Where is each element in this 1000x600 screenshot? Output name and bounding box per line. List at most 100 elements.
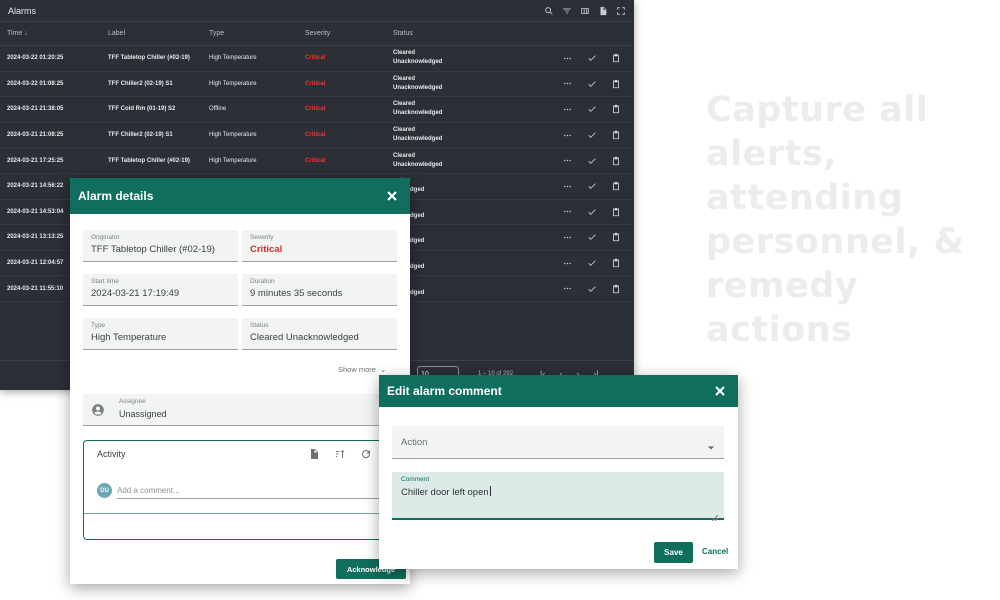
start-time-label: Start time [91,278,119,285]
alarm-label: TFF Cold Rm (01-19) S2 [108,106,176,113]
row-actions: ⋯ [562,206,621,217]
check-icon[interactable] [586,258,597,269]
activity-title: Activity [97,449,126,459]
resize-handle-icon[interactable] [711,508,719,522]
comment-textarea[interactable]: Comment Chiller door left open [392,472,724,522]
clipboard-icon[interactable] [610,78,621,89]
check-icon[interactable] [586,206,597,217]
column-time[interactable]: Time ↓ [7,30,108,37]
more-icon[interactable]: ⋯ [562,53,573,64]
alarm-status-line: Cleared [393,101,416,108]
more-icon[interactable]: ⋯ [562,78,573,89]
marketing-line: personnel, & [706,222,965,262]
row-actions: ⋯ [562,78,621,89]
more-icon[interactable]: ⋯ [562,232,573,243]
column-status[interactable]: Status [393,30,533,37]
search-icon[interactable] [544,6,554,16]
more-icon[interactable]: ⋯ [562,283,573,294]
fullscreen-icon[interactable] [616,6,626,16]
clipboard-icon[interactable] [610,283,621,294]
dialog-header: Edit alarm comment [379,375,738,407]
action-select[interactable]: Action [392,426,724,459]
edit-comment-dialog: Edit alarm comment Action Comment Chille… [379,375,738,569]
more-icon[interactable]: ⋯ [562,104,573,115]
clipboard-icon[interactable] [610,53,621,64]
alarm-time: 2024-03-21 21:38:05 [7,106,64,113]
row-actions: ⋯ [562,181,621,192]
divider [84,513,409,514]
alarm-severity: Critical [305,157,326,164]
row-actions: ⋯ [562,258,621,269]
screen: Alarms Time ↓ Label Type Severity Status… [0,0,1000,600]
add-comment-input[interactable]: Add a comment... [117,481,407,499]
start-time-value: 2024-03-21 17:19:49 [91,288,180,299]
clipboard-icon[interactable] [610,130,621,141]
alarms-title: Alarms [8,5,37,16]
refresh-icon[interactable] [360,448,372,460]
more-icon[interactable]: ⋯ [562,155,573,166]
check-icon[interactable] [586,283,597,294]
assignee-field[interactable]: Assignee Unassigned [83,394,410,426]
alarm-severity: Critical [305,132,326,139]
clipboard-icon[interactable] [610,155,621,166]
comment-label: Comment [401,476,430,483]
table-row[interactable]: 2024-03-21 21:08:25 TFF Chiller2 (02-19) … [0,123,634,149]
export-icon[interactable] [598,6,608,16]
clipboard-icon[interactable] [610,104,621,115]
columns-icon[interactable] [580,6,590,16]
check-icon[interactable] [586,78,597,89]
alarm-status-line: nowledged [393,186,553,195]
more-icon[interactable]: ⋯ [562,130,573,141]
alarm-label: TFF Tabletop Chiller (#02-19) [108,157,190,164]
alarm-time: 2024-03-21 21:08:25 [7,132,64,139]
show-more-label: Show more [338,365,376,374]
export-icon[interactable] [308,448,320,460]
check-icon[interactable] [586,155,597,166]
clipboard-icon[interactable] [610,181,621,192]
filter-icon[interactable] [562,6,572,16]
more-icon[interactable]: ⋯ [562,181,573,192]
check-icon[interactable] [586,104,597,115]
column-label[interactable]: Label [108,30,209,37]
clipboard-icon[interactable] [610,258,621,269]
severity-label: Severity [250,234,274,241]
alarm-status: rednowledged [393,280,553,298]
assignee-label: Assignee [119,398,146,405]
table-row[interactable]: 2024-03-22 01:08:25 TFF Chiller2 (02-19) … [0,72,634,98]
more-icon[interactable]: ⋯ [562,258,573,269]
table-row[interactable]: 2024-03-21 21:38:05 TFF Cold Rm (01-19) S… [0,97,634,123]
row-actions: ⋯ [562,53,621,64]
save-button[interactable]: Save [654,542,693,563]
check-icon[interactable] [586,232,597,243]
status-label: Status [250,322,269,329]
originator-label: Originator [91,234,120,241]
table-row[interactable]: 2024-03-21 17:25:25 TFF Tabletop Chiller … [0,148,634,174]
close-icon[interactable] [712,383,728,399]
clipboard-icon[interactable] [610,206,621,217]
action-placeholder: Action [401,437,428,448]
cancel-button[interactable]: Cancel [702,547,728,556]
more-icon[interactable]: ⋯ [562,206,573,217]
sort-icon[interactable] [334,448,346,460]
alarm-status-line: Cleared [393,152,416,159]
alarm-label: TFF Chiller2 (02-19) S1 [108,80,173,87]
column-severity[interactable]: Severity [305,30,393,37]
check-icon[interactable] [586,181,597,192]
chevron-down-icon: ⌄ [379,365,387,374]
table-header: Time ↓ Label Type Severity Status [0,22,634,46]
alarm-severity: Critical [305,80,326,87]
show-more-button[interactable]: Show more ⌄ [338,365,386,374]
alarm-status: Cleared Unacknowledged [393,100,553,118]
check-icon[interactable] [586,53,597,64]
status-value: Cleared Unacknowledged [250,332,359,343]
clipboard-icon[interactable] [610,232,621,243]
marketing-line: Capture all [706,90,929,130]
column-type[interactable]: Type [209,30,305,37]
alarm-status-line: red [393,203,553,212]
alarm-status: rednowledged [393,228,553,246]
marketing-line: alerts, attending [706,134,904,218]
check-icon[interactable] [586,130,597,141]
table-row[interactable]: 2024-03-22 01:20:25 TFF Tabletop Chiller … [0,46,634,72]
close-icon[interactable] [384,188,400,204]
row-actions: ⋯ [562,130,621,141]
